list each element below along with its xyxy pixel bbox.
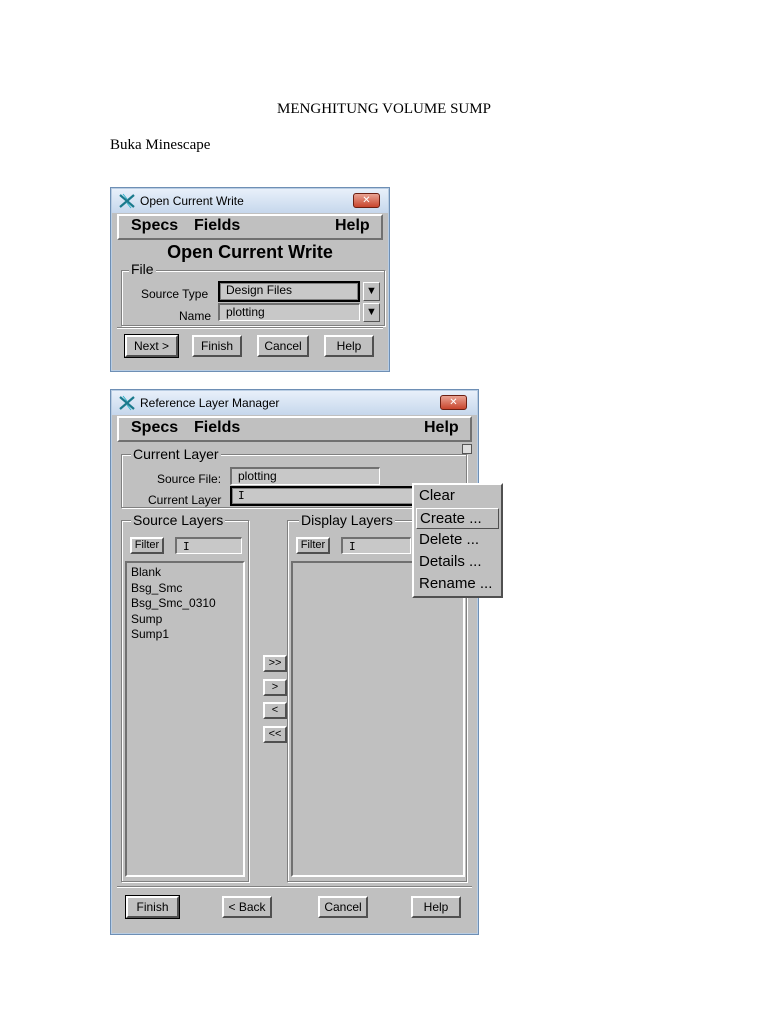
source-type-select[interactable]: Design Files xyxy=(218,281,360,302)
list-item[interactable]: Sump1 xyxy=(127,627,243,643)
source-layers-group-label: Source Layers xyxy=(131,512,226,528)
close-button[interactable]: ✕ xyxy=(440,395,467,410)
separator xyxy=(117,886,472,888)
current-layer-group-label: Current Layer xyxy=(131,446,221,462)
minescape-x-icon xyxy=(119,193,135,209)
add-all-button[interactable]: >> xyxy=(263,655,287,672)
text-cursor-icon: I xyxy=(349,540,356,553)
menu-item-rename[interactable]: Rename ... xyxy=(416,574,499,595)
menu-item-delete[interactable]: Delete ... xyxy=(416,530,499,551)
document-title: MENGHITUNG VOLUME SUMP xyxy=(277,101,491,117)
list-item[interactable]: Sump xyxy=(127,612,243,628)
remove-all-button[interactable]: << xyxy=(263,726,287,743)
display-filter-input[interactable]: I xyxy=(341,537,411,554)
display-filter-button[interactable]: Filter xyxy=(296,537,330,554)
text-cursor-icon: I xyxy=(238,489,245,502)
menu-specs[interactable]: Specs xyxy=(131,217,178,235)
current-layer-label: Current Layer xyxy=(148,493,222,507)
file-group-label: File xyxy=(129,261,156,277)
current-layer-input[interactable]: I xyxy=(230,486,416,506)
menu-item-create[interactable]: Create ... xyxy=(416,508,499,529)
cancel-button[interactable]: Cancel xyxy=(318,896,368,918)
display-layers-group-label: Display Layers xyxy=(299,512,395,528)
finish-button[interactable]: Finish xyxy=(126,896,179,918)
menu-fields[interactable]: Fields xyxy=(194,419,240,437)
reference-layer-manager-window: Reference Layer Manager ✕ Specs Fields H… xyxy=(110,389,479,935)
source-type-label: Source Type xyxy=(141,287,209,301)
window-title: Open Current Write xyxy=(140,194,244,208)
name-dropdown-icon[interactable]: ▼ xyxy=(363,303,380,322)
layer-context-menu: Clear Create ... Delete ... Details ... … xyxy=(412,483,503,598)
window-titlebar[interactable]: Reference Layer Manager ✕ xyxy=(112,391,477,415)
name-label: Name xyxy=(179,309,212,323)
list-item[interactable]: Bsg_Smc_0310 xyxy=(127,596,243,612)
separator xyxy=(117,327,383,329)
menu-bar: Specs Fields Help xyxy=(117,416,472,442)
menu-fields[interactable]: Fields xyxy=(194,217,240,235)
help-button[interactable]: Help xyxy=(411,896,461,918)
source-type-dropdown-icon[interactable]: ▼ xyxy=(363,282,380,301)
cancel-button[interactable]: Cancel xyxy=(257,335,309,357)
source-file-field[interactable]: plotting xyxy=(230,467,380,485)
source-layers-list[interactable]: Blank Bsg_Smc Bsg_Smc_0310 Sump Sump1 xyxy=(125,561,245,877)
menu-specs[interactable]: Specs xyxy=(131,419,178,437)
source-filter-input[interactable]: I xyxy=(175,537,242,554)
name-select[interactable]: plotting xyxy=(218,303,360,321)
menu-help[interactable]: Help xyxy=(335,217,370,235)
document-paragraph: Buka Minescape xyxy=(110,137,211,153)
panel-grip-icon[interactable] xyxy=(462,444,472,454)
list-item[interactable]: Bsg_Smc xyxy=(127,581,243,597)
text-cursor-icon: I xyxy=(183,540,190,553)
menu-help[interactable]: Help xyxy=(424,419,459,437)
window-title: Reference Layer Manager xyxy=(140,396,280,410)
minescape-x-icon xyxy=(119,395,135,411)
menu-item-details[interactable]: Details ... xyxy=(416,552,499,573)
remove-button[interactable]: < xyxy=(263,702,287,719)
dialog-heading: Open Current Write xyxy=(167,242,333,262)
next-button[interactable]: Next > xyxy=(125,335,178,357)
help-button[interactable]: Help xyxy=(324,335,374,357)
finish-button[interactable]: Finish xyxy=(192,335,242,357)
back-button[interactable]: < Back xyxy=(222,896,272,918)
menu-bar: Specs Fields Help xyxy=(117,214,383,240)
display-layers-list[interactable] xyxy=(291,561,465,877)
close-button[interactable]: ✕ xyxy=(353,193,380,208)
open-current-write-window: Open Current Write ✕ Specs Fields Help O… xyxy=(110,187,390,372)
source-file-label: Source File: xyxy=(157,472,222,486)
menu-item-clear[interactable]: Clear xyxy=(416,486,499,507)
source-filter-button[interactable]: Filter xyxy=(130,537,164,554)
add-button[interactable]: > xyxy=(263,679,287,696)
window-titlebar[interactable]: Open Current Write ✕ xyxy=(112,189,388,213)
list-item[interactable]: Blank xyxy=(127,565,243,581)
